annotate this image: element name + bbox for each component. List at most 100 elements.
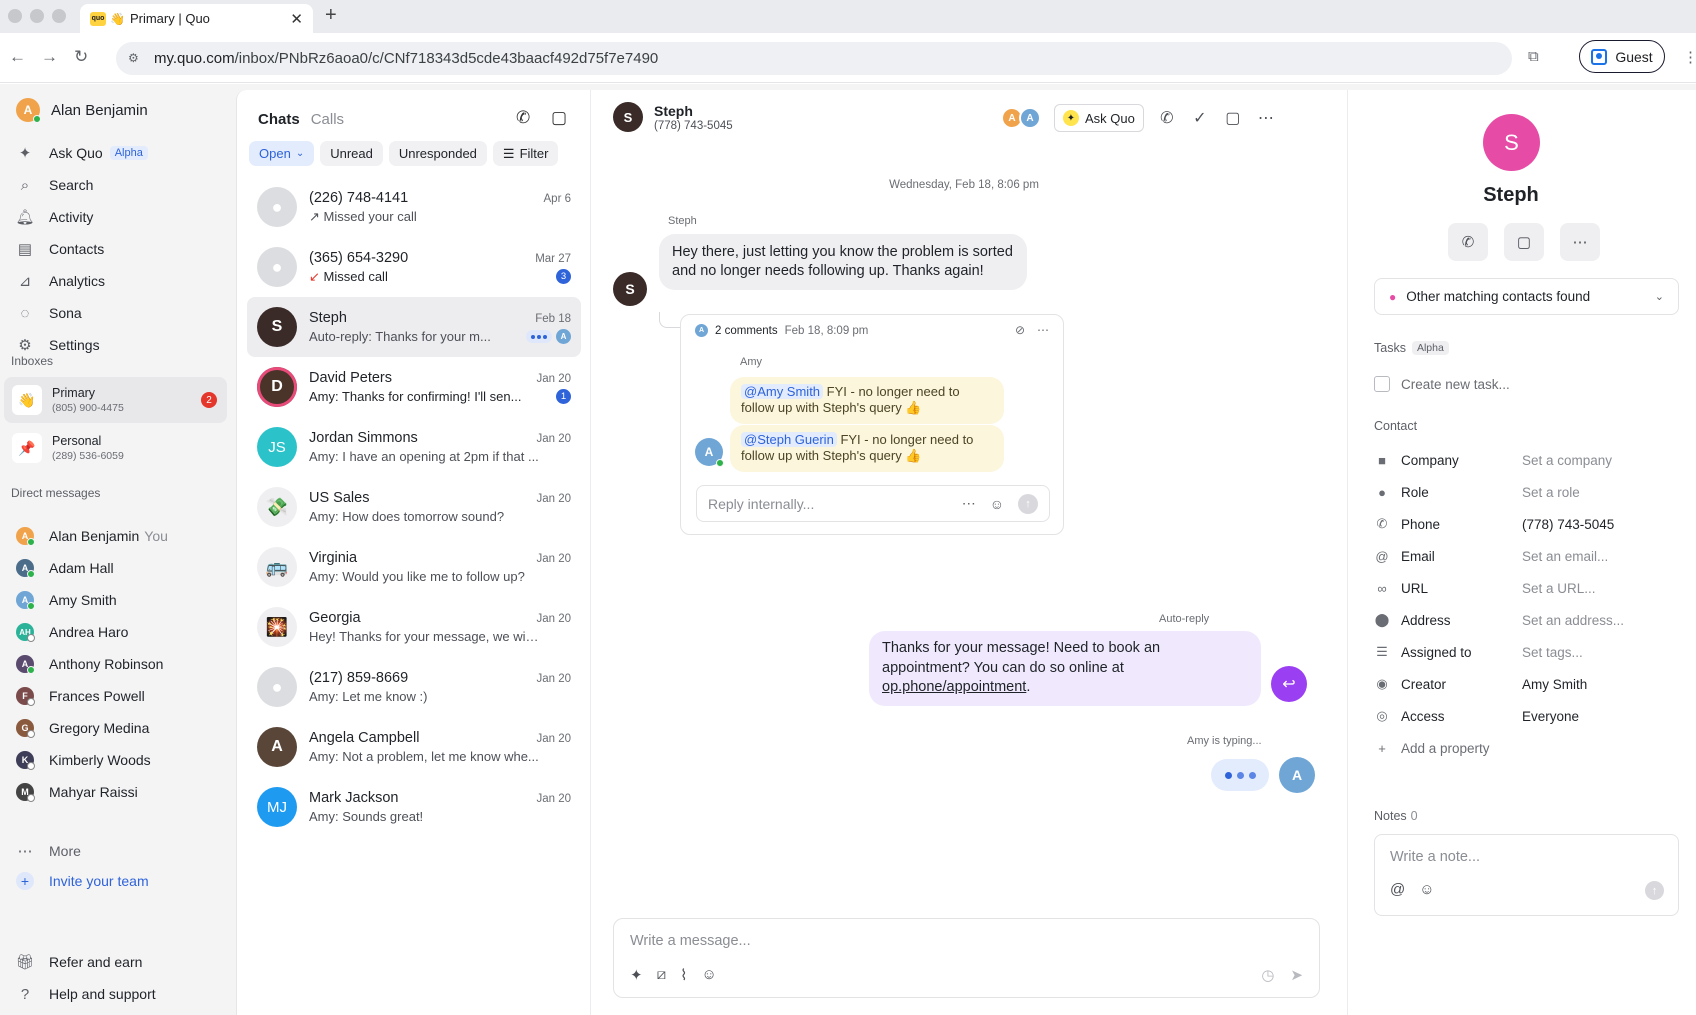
browser-menu-icon[interactable]: ⋮ (1683, 48, 1696, 66)
create-task-input[interactable]: Create new task... (1374, 376, 1510, 392)
mention-tag[interactable]: @Amy Smith (741, 384, 824, 399)
window-minimize-dot[interactable] (30, 9, 44, 23)
invite-team-button[interactable]: + Invite your team (16, 872, 149, 890)
window-close-dot[interactable] (8, 9, 22, 23)
close-tab-icon[interactable]: ✕ (290, 10, 303, 28)
filter-unresponded[interactable]: Unresponded (388, 141, 487, 166)
message-composer[interactable]: Write a message... ✦ ⧄ ⌇ ☺ ◷ ➤ (613, 918, 1320, 998)
property-role[interactable]: ● Role Set a role (1374, 476, 1624, 508)
panel-toggle-icon[interactable]: ▢ (1223, 108, 1243, 128)
property-access[interactable]: ◎ Access Everyone (1374, 700, 1624, 732)
list-item[interactable]: A Angela Campbell Jan 20 Amy: Not a probl… (247, 717, 581, 777)
date-separator: Wednesday, Feb 18, 8:06 pm (889, 179, 1039, 191)
list-item[interactable]: ● (217) 859-8669 Jan 20 Amy: Let me know … (247, 657, 581, 717)
dm-amy-smith[interactable]: A Amy Smith (16, 584, 168, 616)
mention-at-icon[interactable]: @ (1390, 881, 1405, 898)
property-creator[interactable]: ◉ Creator Amy Smith (1374, 668, 1624, 700)
property-address[interactable]: ⬤ Address Set an address... (1374, 604, 1624, 636)
forward-arrow-icon[interactable]: → (41, 47, 58, 67)
call-icon[interactable]: ✆ (1157, 108, 1177, 128)
tab-chats[interactable]: Chats (258, 111, 300, 128)
more-button[interactable]: ⋯ (1560, 223, 1600, 261)
new-message-icon[interactable]: ▢ (551, 108, 567, 128)
inbox-personal[interactable]: 📌 Personal (289) 536-6059 (4, 425, 227, 471)
nav-search[interactable]: ⌕ Search (16, 169, 148, 201)
nav-ask-quo[interactable]: ✦ Ask Quo Alpha (16, 137, 148, 169)
help-support-link[interactable]: ? Help and support (16, 978, 156, 1010)
filter-unread[interactable]: Unread (320, 141, 383, 166)
dm-alan-benjamin[interactable]: A Alan Benjamin You (16, 520, 168, 552)
ask-quo-button[interactable]: ✦ Ask Quo (1054, 104, 1144, 132)
dm-kimberly-woods[interactable]: K Kimberly Woods (16, 744, 168, 776)
emoji-icon[interactable]: ☺ (990, 496, 1004, 512)
dm-andrea-haro[interactable]: AH Andrea Haro (16, 616, 168, 648)
emoji-icon[interactable]: ☺ (1419, 881, 1434, 898)
current-user[interactable]: A Alan Benjamin (16, 98, 148, 123)
send-arrow-icon[interactable]: ↑ (1018, 493, 1038, 514)
new-call-icon[interactable]: ✆ (516, 108, 530, 128)
guest-profile-button[interactable]: Guest (1579, 40, 1665, 73)
new-tab-icon[interactable]: + (325, 4, 337, 27)
dm-anthony-robinson[interactable]: A Anthony Robinson (16, 648, 168, 680)
list-item-selected[interactable]: S Steph Feb 18 Auto-reply: Thanks for you… (247, 297, 581, 357)
filter-open-dropdown[interactable]: Open ⌄ (249, 141, 315, 166)
list-item[interactable]: 💸 US Sales Jan 20 Amy: How does tomorrow … (247, 477, 581, 537)
back-arrow-icon[interactable]: ← (9, 47, 26, 67)
snippet-icon[interactable]: ⧄ (657, 966, 667, 984)
note-input[interactable]: Write a note... @ ☺ ↑ (1374, 834, 1679, 916)
property-url[interactable]: ∞ URL Set a URL... (1374, 572, 1624, 604)
call-button[interactable]: ✆ (1448, 223, 1488, 261)
dm-frances-powell[interactable]: F Frances Powell (16, 680, 168, 712)
matching-contacts-dropdown[interactable]: ● Other matching contacts found ⌄ (1374, 278, 1679, 315)
reload-icon[interactable]: ↻ (74, 47, 88, 67)
ai-sparkle-icon[interactable]: ✦ (630, 966, 643, 984)
more-dms-button[interactable]: ⋯ More (16, 842, 81, 860)
conv-date: Mar 27 (535, 252, 571, 265)
schedule-clock-icon[interactable]: ◷ (1261, 966, 1274, 984)
task-checkbox[interactable] (1374, 376, 1390, 392)
property-assigned-to[interactable]: ☰ Assigned to Set tags... (1374, 636, 1624, 668)
avatar[interactable]: S (613, 102, 643, 132)
appointment-link[interactable]: op.phone/appointment (882, 679, 1026, 695)
reply-internally-input[interactable]: Reply internally... ⋯ ☺ ↑ (696, 485, 1050, 522)
list-item[interactable]: JS Jordan Simmons Jan 20 Amy: I have an o… (247, 417, 581, 477)
url-input[interactable]: ⚙ my.quo.com/inbox/PNbRz6aoa0/c/CNf71834… (116, 42, 1512, 75)
nav-analytics[interactable]: ⊿ Analytics (16, 265, 148, 297)
more-options-icon[interactable]: ⋯ (1037, 323, 1049, 337)
dm-adam-hall[interactable]: A Adam Hall (16, 552, 168, 584)
inbox-primary[interactable]: 👋 Primary (805) 900-4475 2 (4, 377, 227, 423)
resolve-icon[interactable]: ⊘ (1015, 323, 1025, 337)
nav-contacts[interactable]: ▤ Contacts (16, 233, 148, 265)
send-icon[interactable]: ➤ (1290, 966, 1303, 984)
dm-gregory-medina[interactable]: G Gregory Medina (16, 712, 168, 744)
nav-sona[interactable]: ◌ Sona (16, 297, 148, 329)
window-zoom-dot[interactable] (52, 9, 66, 23)
emoji-icon[interactable]: ☺ (701, 966, 716, 984)
tab-calls[interactable]: Calls (311, 111, 344, 128)
more-options-icon[interactable]: ⋯ (962, 495, 976, 512)
refer-and-earn-link[interactable]: 🎁︎ Refer and earn (15, 946, 156, 978)
property-phone[interactable]: ✆ Phone (778) 743-5045 (1374, 508, 1624, 540)
send-arrow-icon[interactable]: ↑ (1645, 881, 1664, 900)
site-settings-icon[interactable]: ⚙ (128, 51, 144, 67)
participants[interactable]: A A (1001, 107, 1041, 129)
checkmark-icon[interactable]: ✓ (1190, 108, 1210, 128)
browser-tab[interactable]: quo 👋 Primary | Quo ✕ (80, 4, 313, 33)
attachment-icon[interactable]: ⌇ (680, 966, 687, 984)
list-item[interactable]: D David Peters Jan 20 Amy: Thanks for con… (247, 357, 581, 417)
property-email[interactable]: @ Email Set an email... (1374, 540, 1624, 572)
add-property-button[interactable]: + Add a property (1374, 732, 1624, 764)
cast-icon[interactable]: ⧉ (1528, 48, 1539, 65)
dm-mahyar-raissi[interactable]: M Mahyar Raissi (16, 776, 168, 808)
list-item[interactable]: MJ Mark Jackson Jan 20 Amy: Sounds great! (247, 777, 581, 837)
list-item[interactable]: 🎇 Georgia Jan 20 Hey! Thanks for your mes… (247, 597, 581, 657)
filter-button[interactable]: ☰ Filter (492, 141, 559, 166)
list-item[interactable]: ● (365) 654-3290 Mar 27 ↙ Missed call 3 (247, 237, 581, 297)
list-item[interactable]: 🚌 Virginia Jan 20 Amy: Would you like me … (247, 537, 581, 597)
more-options-icon[interactable]: ⋯ (1256, 108, 1276, 128)
message-button[interactable]: ▢ (1504, 223, 1544, 261)
mention-tag[interactable]: @Steph Guerin (741, 432, 837, 447)
list-item[interactable]: ● (226) 748-4141 Apr 6 ↗ Missed your call (247, 177, 581, 237)
nav-activity[interactable]: 🔔︎ Activity (15, 201, 148, 233)
property-company[interactable]: ■ Company Set a company (1374, 444, 1624, 476)
